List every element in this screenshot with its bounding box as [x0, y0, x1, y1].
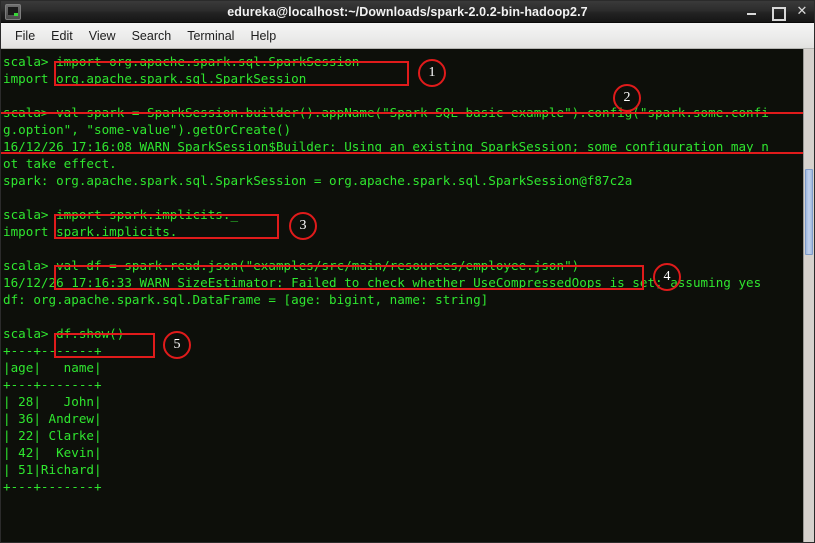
- menu-bar: File Edit View Search Terminal Help: [1, 23, 814, 49]
- terminal-line: +---+-------+: [3, 479, 102, 494]
- terminal-icon: [5, 3, 21, 20]
- terminal-output[interactable]: scala> import org.apache.spark.sql.Spark…: [1, 49, 803, 542]
- annotation-callout-2: 2: [613, 84, 641, 112]
- vertical-scrollbar[interactable]: [803, 49, 814, 542]
- maximize-icon[interactable]: [771, 6, 786, 21]
- window-controls: ✕: [746, 5, 814, 21]
- terminal-line: +---+-------+: [3, 377, 102, 392]
- annotation-callout-4: 4: [653, 263, 681, 291]
- menu-item-help[interactable]: Help: [242, 26, 284, 46]
- menu-item-search[interactable]: Search: [124, 26, 180, 46]
- terminal-line: 16/12/26 17:16:33 WARN SizeEstimator: Fa…: [3, 275, 762, 290]
- terminal-line: | 28| John|: [3, 394, 102, 409]
- menu-item-file[interactable]: File: [7, 26, 43, 46]
- minimize-icon[interactable]: [746, 6, 758, 18]
- terminal-line: g.option", "some-value").getOrCreate(): [3, 122, 292, 137]
- close-icon[interactable]: ✕: [796, 5, 808, 18]
- annotation-callout-1: 1: [418, 59, 446, 87]
- terminal-line: scala> val df = spark.read.json("example…: [3, 258, 580, 273]
- terminal-line: | 22| Clarke|: [3, 428, 102, 443]
- terminal-line: | 51|Richard|: [3, 462, 102, 477]
- terminal-window: edureka@localhost:~/Downloads/spark-2.0.…: [0, 0, 815, 543]
- menu-item-view[interactable]: View: [81, 26, 124, 46]
- terminal-line: import spark.implicits._: [3, 224, 185, 239]
- terminal-body: scala> import org.apache.spark.sql.Spark…: [1, 49, 814, 542]
- terminal-line: +---+-------+: [3, 343, 102, 358]
- terminal-line: scala> import org.apache.spark.sql.Spark…: [3, 54, 360, 69]
- terminal-line: | 36| Andrew|: [3, 411, 102, 426]
- terminal-line: |age| name|: [3, 360, 102, 375]
- menu-item-terminal[interactable]: Terminal: [179, 26, 242, 46]
- terminal-text: scala> import org.apache.spark.sql.Spark…: [3, 53, 803, 495]
- terminal-line: df: org.apache.spark.sql.DataFrame = [ag…: [3, 292, 489, 307]
- terminal-line: spark: org.apache.spark.sql.SparkSession…: [3, 173, 633, 188]
- terminal-line: | 42| Kevin|: [3, 445, 102, 460]
- window-title: edureka@localhost:~/Downloads/spark-2.0.…: [227, 4, 588, 19]
- annotation-callout-5: 5: [163, 331, 191, 359]
- annotation-callout-3: 3: [289, 212, 317, 240]
- terminal-line: import org.apache.spark.sql.SparkSession: [3, 71, 307, 86]
- terminal-line: scala> df.show(): [3, 326, 125, 341]
- title-bar: edureka@localhost:~/Downloads/spark-2.0.…: [1, 1, 814, 23]
- terminal-line: 16/12/26 17:16:08 WARN SparkSession$Buil…: [3, 139, 769, 154]
- terminal-line: ot take effect.: [3, 156, 117, 171]
- menu-item-edit[interactable]: Edit: [43, 26, 81, 46]
- scrollbar-thumb[interactable]: [805, 169, 813, 255]
- terminal-line: scala> val spark = SparkSession.builder(…: [3, 105, 769, 120]
- terminal-line: scala> import spark.implicits._: [3, 207, 239, 222]
